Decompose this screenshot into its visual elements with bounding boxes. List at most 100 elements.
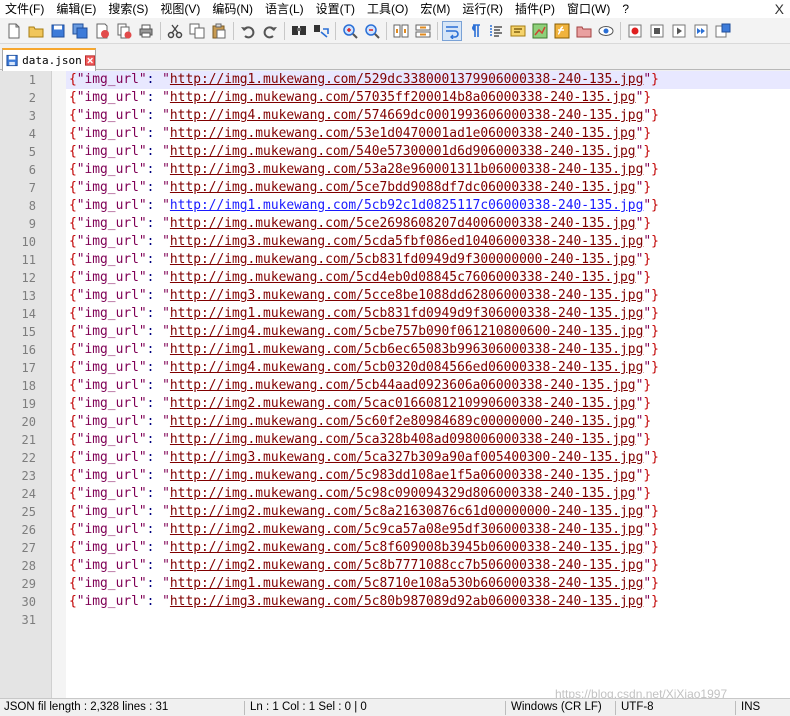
json-url-value[interactable]: http://img3.mukewang.com/53a28e960001311…: [170, 162, 643, 177]
cut-button[interactable]: [165, 21, 185, 41]
code-line[interactable]: {"img_url": "http://img1.mukewang.com/5c…: [66, 341, 790, 359]
code-line[interactable]: {"img_url": "http://img.mukewang.com/5ca…: [66, 431, 790, 449]
menu-item-0[interactable]: 文件(F): [0, 0, 51, 18]
code-line[interactable]: {"img_url": "http://img.mukewang.com/570…: [66, 89, 790, 107]
sync-vertical-button[interactable]: [391, 21, 411, 41]
json-url-value[interactable]: http://img4.mukewang.com/5cbe757b090f061…: [170, 324, 643, 339]
editor-area[interactable]: 1 2 3 4 5 6 7 8 9 10 11 12 13 14 15 16 17 18 19 20 21 22 23 24 2…: [0, 71, 790, 698]
json-url-value[interactable]: http://img1.mukewang.com/5cb831fd0949d9f…: [170, 306, 643, 321]
code-line[interactable]: {"img_url": "http://img2.mukewang.com/5c…: [66, 557, 790, 575]
doc-map-button[interactable]: [530, 21, 550, 41]
json-url-value[interactable]: http://img.mukewang.com/5cd4eb0d08845c76…: [170, 270, 636, 285]
menu-item-12[interactable]: ?: [617, 0, 636, 18]
json-url-value[interactable]: http://img1.mukewang.com/5c8710e108a530b…: [170, 576, 643, 591]
json-url-value[interactable]: http://img3.mukewang.com/5ca327b309a90af…: [170, 450, 643, 465]
code-line[interactable]: {"img_url": "http://img1.mukewang.com/52…: [66, 71, 790, 89]
code-line[interactable]: {"img_url": "http://img.mukewang.com/5cb…: [66, 251, 790, 269]
json-url-value[interactable]: http://img.mukewang.com/57035ff200014b8a…: [170, 90, 636, 105]
tab-data-json[interactable]: data.json: [2, 48, 96, 71]
indent-guide-button[interactable]: [486, 21, 506, 41]
stop-record-button[interactable]: [647, 21, 667, 41]
json-url-value[interactable]: http://img1.mukewang.com/5cb92c1d0825117…: [170, 198, 643, 213]
code-line[interactable]: {"img_url": "http://img.mukewang.com/5c6…: [66, 413, 790, 431]
code-line[interactable]: {"img_url": "http://img.mukewang.com/53e…: [66, 125, 790, 143]
status-encoding[interactable]: UTF-8: [621, 699, 731, 716]
paste-button[interactable]: [209, 21, 229, 41]
function-list-button[interactable]: [552, 21, 572, 41]
status-mode[interactable]: INS: [741, 699, 787, 716]
code-line[interactable]: {"img_url": "http://img4.mukewang.com/57…: [66, 107, 790, 125]
code-line[interactable]: {"img_url": "http://img.mukewang.com/5ce…: [66, 215, 790, 233]
code-line[interactable]: {"img_url": "http://img.mukewang.com/540…: [66, 143, 790, 161]
json-url-value[interactable]: http://img1.mukewang.com/529dc3380001379…: [170, 72, 643, 87]
language-button[interactable]: [508, 21, 528, 41]
run-macro-multiple-button[interactable]: [691, 21, 711, 41]
json-url-value[interactable]: http://img.mukewang.com/53e1d0470001ad1e…: [170, 126, 636, 141]
code-line[interactable]: {"img_url": "http://img3.mukewang.com/5c…: [66, 287, 790, 305]
json-url-value[interactable]: http://img2.mukewang.com/5c9ca57a08e95df…: [170, 522, 643, 537]
sync-horizontal-button[interactable]: [413, 21, 433, 41]
menu-item-6[interactable]: 设置(T): [311, 0, 362, 18]
find-button[interactable]: [289, 21, 309, 41]
code-text[interactable]: {"img_url": "http://img1.mukewang.com/52…: [66, 71, 790, 698]
json-url-value[interactable]: http://img.mukewang.com/5c983dd108ae1f5a…: [170, 468, 636, 483]
code-line[interactable]: {"img_url": "http://img1.mukewang.com/5c…: [66, 197, 790, 215]
code-line[interactable]: {"img_url": "http://img2.mukewang.com/5c…: [66, 395, 790, 413]
json-url-value[interactable]: http://img.mukewang.com/540e57300001d6d9…: [170, 144, 636, 159]
undo-button[interactable]: [238, 21, 258, 41]
menu-item-7[interactable]: 工具(O): [362, 0, 415, 18]
folder-workspace-button[interactable]: [574, 21, 594, 41]
zoom-out-button[interactable]: [362, 21, 382, 41]
json-url-value[interactable]: http://img.mukewang.com/5ce7bdd9088df7dc…: [170, 180, 636, 195]
show-all-chars-button[interactable]: [464, 21, 484, 41]
menu-item-8[interactable]: 宏(M): [415, 0, 457, 18]
print-button[interactable]: [136, 21, 156, 41]
code-line-empty[interactable]: [66, 611, 790, 629]
monitor-button[interactable]: [596, 21, 616, 41]
code-line[interactable]: {"img_url": "http://img2.mukewang.com/5c…: [66, 539, 790, 557]
menu-item-10[interactable]: 插件(P): [510, 0, 562, 18]
save-button[interactable]: [48, 21, 68, 41]
code-line[interactable]: {"img_url": "http://img.mukewang.com/5c9…: [66, 485, 790, 503]
json-url-value[interactable]: http://img4.mukewang.com/5cb0320d084566e…: [170, 360, 643, 375]
tab-close-icon[interactable]: [84, 55, 95, 66]
play-macro-button[interactable]: [669, 21, 689, 41]
code-line[interactable]: {"img_url": "http://img3.mukewang.com/5c…: [66, 593, 790, 611]
json-url-value[interactable]: http://img2.mukewang.com/5c8f609008b3945…: [170, 540, 643, 555]
json-url-value[interactable]: http://img.mukewang.com/5cb44aad0923606a…: [170, 378, 636, 393]
replace-button[interactable]: [311, 21, 331, 41]
json-url-value[interactable]: http://img.mukewang.com/5c60f2e80984689c…: [170, 414, 636, 429]
close-button[interactable]: [92, 21, 112, 41]
menu-item-9[interactable]: 运行(R): [457, 0, 510, 18]
code-line[interactable]: {"img_url": "http://img3.mukewang.com/5c…: [66, 449, 790, 467]
code-line[interactable]: {"img_url": "http://img4.mukewang.com/5c…: [66, 323, 790, 341]
redo-button[interactable]: [260, 21, 280, 41]
zoom-in-button[interactable]: [340, 21, 360, 41]
menu-item-1[interactable]: 编辑(E): [51, 0, 103, 18]
menu-item-11[interactable]: 窗口(W): [562, 0, 617, 18]
code-line[interactable]: {"img_url": "http://img1.mukewang.com/5c…: [66, 575, 790, 593]
menu-item-4[interactable]: 编码(N): [207, 0, 260, 18]
code-line[interactable]: {"img_url": "http://img2.mukewang.com/5c…: [66, 503, 790, 521]
json-url-value[interactable]: http://img2.mukewang.com/5c8b7771088cc7b…: [170, 558, 643, 573]
status-eol[interactable]: Windows (CR LF): [511, 699, 611, 716]
code-line[interactable]: {"img_url": "http://img.mukewang.com/5c9…: [66, 467, 790, 485]
json-url-value[interactable]: http://img.mukewang.com/5ca328b408ad0980…: [170, 432, 636, 447]
record-macro-button[interactable]: [625, 21, 645, 41]
open-file-button[interactable]: [26, 21, 46, 41]
json-url-value[interactable]: http://img2.mukewang.com/5cac01660812109…: [170, 396, 636, 411]
code-line[interactable]: {"img_url": "http://img2.mukewang.com/5c…: [66, 521, 790, 539]
json-url-value[interactable]: http://img.mukewang.com/5c98c090094329d8…: [170, 486, 636, 501]
menu-item-5[interactable]: 语言(L): [260, 0, 311, 18]
window-close-button[interactable]: X: [775, 0, 784, 18]
code-line[interactable]: {"img_url": "http://img.mukewang.com/5cb…: [66, 377, 790, 395]
copy-button[interactable]: [187, 21, 207, 41]
code-line[interactable]: {"img_url": "http://img.mukewang.com/5cd…: [66, 269, 790, 287]
code-line[interactable]: {"img_url": "http://img3.mukewang.com/5c…: [66, 233, 790, 251]
new-file-button[interactable]: [4, 21, 24, 41]
code-line[interactable]: {"img_url": "http://img4.mukewang.com/5c…: [66, 359, 790, 377]
json-url-value[interactable]: http://img4.mukewang.com/574669dc0001993…: [170, 108, 643, 123]
word-wrap-button[interactable]: [442, 20, 462, 41]
code-line[interactable]: {"img_url": "http://img3.mukewang.com/53…: [66, 161, 790, 179]
save-all-button[interactable]: [70, 21, 90, 41]
